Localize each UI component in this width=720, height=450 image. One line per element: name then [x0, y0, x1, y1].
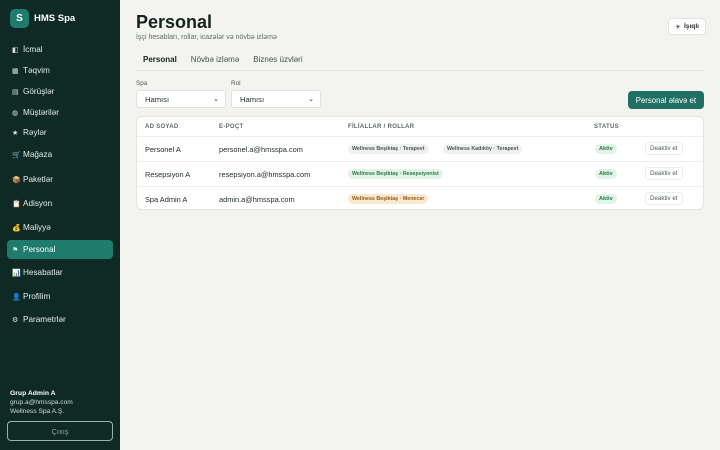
sidebar-item-clients[interactable]: ◍ Müştərilər [7, 103, 113, 122]
status-badge: Aktiv [595, 144, 617, 154]
column-header-status: STATUS [594, 124, 619, 130]
table-row: Spa Admin A admin.a@hmsspa.com Wellness Be… [137, 187, 703, 209]
sidebar-item-label: Parametrlər [23, 315, 66, 324]
tab-bar: Personal Növbə izləmə Biznes üzvləri [136, 55, 310, 71]
sidebar-item-finance[interactable]: 💰 Maliyyə [7, 218, 113, 237]
sidebar-item-profile[interactable]: 👤 Profilim [7, 287, 113, 306]
brand-name: HMS Spa [34, 13, 76, 24]
table-row: Resepsiyon A resepsiyon.a@hmsspa.com Welln… [137, 162, 703, 187]
brand-logo: S [10, 9, 29, 28]
deactivate-button[interactable]: Deaktiv et [645, 167, 683, 180]
staff-table: AD SOYAD E-POÇT FİLİALLAR / ROLLAR STATU… [136, 116, 704, 210]
status-badge: Aktiv [595, 169, 617, 179]
role-chip: Wellness Beşiktaş · Resepsiyonist [348, 169, 443, 179]
brand[interactable]: S HMS Spa [10, 9, 75, 28]
sidebar-item-reviews[interactable]: ★ Rəylər [7, 123, 113, 142]
main-content: Personal İşçi hesabları, rollar, icazələ… [120, 0, 720, 450]
sidebar-item-overview[interactable]: ◧ İcmal [7, 40, 113, 59]
finance-icon: 💰 [12, 224, 21, 232]
tab-0[interactable]: Personal [136, 55, 184, 71]
sidebar-item-label: Rəylər [23, 128, 47, 137]
sidebar-item-label: Paketlər [23, 175, 54, 184]
overview-icon: ◧ [12, 46, 19, 54]
spa-filter-label: Spa [136, 80, 148, 87]
store-icon: 🛒 [12, 151, 21, 159]
page-subtitle: İşçi hesabları, rollar, icazələr və növb… [136, 34, 277, 41]
sidebar-item-calendar[interactable]: ▦ Təqvim [7, 61, 113, 80]
status-badge: Aktiv [595, 194, 617, 204]
staff-icon: ⚑ [12, 246, 19, 254]
sidebar-item-appointments[interactable]: ▤ Görüşlər [7, 82, 113, 101]
sidebar-item-label: Müştərilər [23, 108, 59, 117]
user-company: Wellness Spa A.Ş. [10, 408, 65, 415]
sidebar-item-staff[interactable]: ⚑ Personal [7, 240, 113, 259]
spa-filter-value: Hamısı [145, 94, 170, 104]
reports-icon: 📊 [12, 269, 21, 277]
chevron-down-icon: ⌄ [308, 96, 314, 103]
role-chip: Wellness Kadıköy · Terapevt [443, 144, 523, 154]
reviews-icon: ★ [12, 129, 19, 137]
user-email: grup.a@hmsspa.com [10, 399, 73, 406]
role-chip: Wellness Beşiktaş · Terapevt [348, 144, 429, 154]
staff-name: Resepsiyon A [145, 170, 191, 179]
column-header-email: E-POÇT [219, 124, 244, 130]
staff-email: admin.a@hmsspa.com [219, 195, 295, 204]
sidebar-item-settings[interactable]: ⚙ Parametrlər [7, 310, 113, 329]
role-filter-select[interactable]: Hamısı ⌄ [231, 90, 321, 108]
appointments-icon: ▤ [12, 88, 19, 96]
sidebar-item-packages[interactable]: 📦 Paketlər [7, 170, 113, 189]
sidebar-item-label: Təqvim [23, 66, 50, 75]
sun-icon: ☀ [675, 23, 681, 31]
packages-icon: 📦 [12, 176, 21, 184]
role-chip: Wellness Beşiktaş · Menecer [348, 194, 429, 204]
tab-2[interactable]: Biznes üzvləri [246, 55, 309, 71]
staff-name: Spa Admin A [145, 195, 188, 204]
staff-name: Personel A [145, 145, 181, 154]
staff-email: personel.a@hmsspa.com [219, 145, 303, 154]
sidebar: S HMS Spa ◧ İcmal ▦ Təqvim ▤ Görüşlər ◍ Müştəri… [0, 0, 120, 450]
chevron-down-icon: ⌄ [213, 96, 219, 103]
role-filter-value: Hamısı [240, 94, 265, 104]
staff-email: resepsiyon.a@hmsspa.com [219, 170, 311, 179]
sidebar-item-tabs[interactable]: 📋 Adisyon [7, 194, 113, 213]
sidebar-item-store[interactable]: 🛒 Mağaza [7, 145, 113, 164]
deactivate-button[interactable]: Deaktiv et [645, 192, 683, 205]
sidebar-item-label: Profilim [23, 292, 51, 301]
table-header: AD SOYAD E-POÇT FİLİALLAR / ROLLAR STATU… [137, 117, 703, 137]
theme-toggle-label: İşıqlı [683, 23, 699, 30]
user-info: Grup Admin A grup.a@hmsspa.com Wellness … [10, 389, 73, 416]
logout-button[interactable]: Çıxış [7, 421, 113, 441]
sidebar-item-label: Personal [23, 245, 56, 254]
column-header-name: AD SOYAD [145, 124, 179, 130]
sidebar-item-label: Mağaza [23, 150, 53, 159]
sidebar-item-label: İcmal [23, 45, 43, 54]
sidebar-item-label: Görüşlər [23, 87, 55, 96]
deactivate-button[interactable]: Deaktiv et [645, 142, 683, 155]
tab-divider [136, 70, 704, 71]
add-staff-button[interactable]: Personal əlavə et [627, 91, 704, 109]
tabs-icon: 📋 [12, 200, 21, 208]
calendar-icon: ▦ [12, 67, 19, 75]
theme-toggle-button[interactable]: ☀ İşıqlı [668, 18, 706, 35]
column-header-roles: FİLİALLAR / ROLLAR [348, 124, 415, 130]
sidebar-item-label: Adisyon [23, 199, 53, 208]
sidebar-item-reports[interactable]: 📊 Hesabatlar [7, 263, 113, 282]
sidebar-item-label: Maliyyə [23, 223, 51, 232]
table-row: Personel A personel.a@hmsspa.com Wellness … [137, 137, 703, 162]
clients-icon: ◍ [12, 109, 19, 117]
role-filter-label: Rol [231, 80, 241, 87]
user-name: Grup Admin A [10, 390, 56, 397]
settings-icon: ⚙ [12, 316, 19, 324]
profile-icon: 👤 [12, 293, 21, 301]
page-title: Personal [136, 12, 213, 32]
tab-1[interactable]: Növbə izləmə [184, 55, 246, 71]
sidebar-item-label: Hesabatlar [23, 268, 63, 277]
spa-filter-select[interactable]: Hamısı ⌄ [136, 90, 226, 108]
